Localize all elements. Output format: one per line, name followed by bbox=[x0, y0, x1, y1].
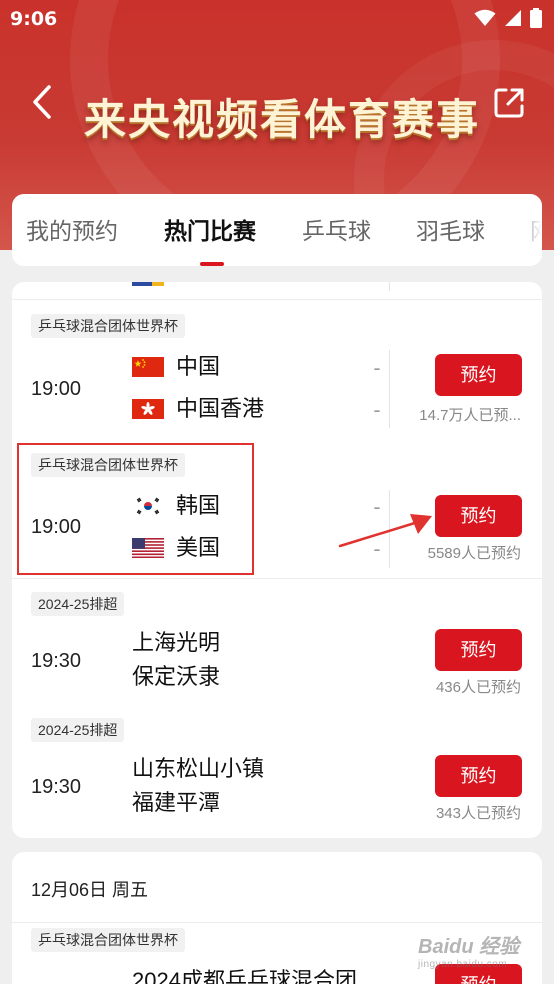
team-a: 中国 bbox=[132, 352, 220, 382]
team-a: 上海光明 bbox=[132, 628, 220, 658]
match-row[interactable]: 2024-25排超 19:30 山东松山小镇 福建平潭 预约 343人已预约 bbox=[12, 718, 542, 830]
tab-active-indicator bbox=[200, 262, 224, 266]
match-time: 19:00 bbox=[31, 378, 82, 400]
team-b: 中国香港 bbox=[132, 394, 264, 424]
flag-fragment bbox=[152, 282, 164, 286]
hong-kong-flag-icon bbox=[132, 399, 164, 419]
reservation-count: 436人已预约 bbox=[435, 679, 521, 696]
watermark-url: jingyan.baidu.com bbox=[418, 959, 508, 970]
tab-table-tennis[interactable]: 乒乓球 bbox=[302, 212, 371, 246]
row-divider bbox=[12, 299, 542, 300]
tabs-fade bbox=[512, 194, 542, 266]
match-time: 19:30 bbox=[31, 776, 82, 798]
team-name: 中国 bbox=[176, 354, 221, 379]
status-bar: 9:06 bbox=[0, 0, 554, 38]
score-b: - bbox=[373, 398, 381, 422]
reserve-button[interactable]: 预约 bbox=[435, 755, 522, 797]
china-flag-icon bbox=[132, 357, 164, 377]
row-divider bbox=[12, 578, 542, 579]
match-row[interactable]: 乒乓球混合团体世界杯 19:00 中国 中国香港 - - 预约 14.7万人已预… bbox=[12, 312, 542, 430]
league-tag: 乒乓球混合团体世界杯 bbox=[31, 928, 185, 952]
team-name: 山东松山小镇 bbox=[132, 756, 265, 781]
match-time: 19:30 bbox=[31, 650, 82, 672]
back-icon[interactable] bbox=[28, 84, 58, 120]
signal-icon bbox=[505, 10, 521, 26]
highlight-annotation bbox=[17, 443, 254, 575]
category-tabs: 我的预约 热门比赛 乒乓球 羽毛球 网 bbox=[12, 194, 542, 266]
league-tag: 2024-25排超 bbox=[31, 592, 125, 616]
date-header: 12月06日 周五 bbox=[31, 880, 149, 900]
banner-title: 来央视频看体育赛事 bbox=[84, 95, 481, 144]
score-a: - bbox=[373, 356, 381, 380]
reserve-button[interactable]: 预约 bbox=[435, 354, 522, 396]
share-icon[interactable] bbox=[492, 86, 526, 120]
league-tag: 乒乓球混合团体世界杯 bbox=[31, 314, 185, 338]
team-b: 保定沃隶 bbox=[132, 662, 220, 692]
team-b: 福建平潭 bbox=[132, 788, 220, 818]
watermark-brand: Baidu 经验 bbox=[418, 936, 520, 958]
team-name: 福建平潭 bbox=[132, 790, 221, 815]
tab-my-reservations[interactable]: 我的预约 bbox=[26, 212, 118, 246]
team-name: 上海光明 bbox=[132, 630, 221, 655]
reserve-button[interactable]: 预约 bbox=[435, 495, 522, 537]
column-divider bbox=[389, 282, 390, 291]
reservation-count: 5589人已预约 bbox=[427, 545, 521, 562]
reservation-count: 14.7万人已预... bbox=[419, 407, 521, 424]
status-time: 9:06 bbox=[10, 8, 58, 30]
arrow-annotation-icon bbox=[338, 514, 432, 548]
row-divider bbox=[12, 922, 542, 923]
battery-icon bbox=[530, 8, 542, 28]
match-row[interactable]: 2024-25排超 19:30 上海光明 保定沃隶 预约 436人已预约 bbox=[12, 592, 542, 704]
league-tag: 2024-25排超 bbox=[31, 718, 125, 742]
tab-badminton[interactable]: 羽毛球 bbox=[416, 212, 485, 246]
column-divider bbox=[389, 350, 390, 428]
baidu-watermark: Baidu 经验 jingyan.baidu.com bbox=[418, 930, 528, 972]
tab-hot-matches[interactable]: 热门比赛 bbox=[164, 212, 256, 246]
team-name: 保定沃隶 bbox=[132, 664, 221, 689]
reserve-button[interactable]: 预约 bbox=[435, 629, 522, 671]
team-a: 山东松山小镇 bbox=[132, 754, 264, 784]
clipped-match-row bbox=[12, 282, 542, 300]
wifi-icon bbox=[474, 9, 496, 26]
team-name: 中国香港 bbox=[176, 396, 265, 421]
match-title: 2024成都乒乓球混合团 bbox=[132, 968, 357, 984]
reservation-count: 343人已预约 bbox=[435, 805, 521, 822]
